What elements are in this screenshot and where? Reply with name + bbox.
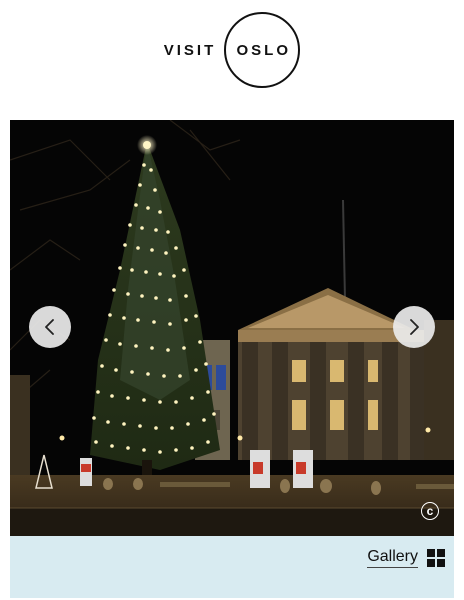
logo-city-text: OSLO xyxy=(236,41,291,59)
carousel-image xyxy=(10,120,454,536)
logo-circle: OSLO xyxy=(224,12,301,88)
chevron-right-icon xyxy=(410,319,419,335)
copyright-icon[interactable]: c xyxy=(421,502,439,520)
carousel-prev-button[interactable] xyxy=(29,306,71,348)
oslo-christmas-tree-photo xyxy=(10,120,454,536)
visit-oslo-logo[interactable]: VISIT OSLO xyxy=(164,12,301,88)
grid-icon xyxy=(427,549,445,567)
gallery-bar: Gallery xyxy=(10,536,454,598)
page: VISIT OSLO c Gallery xyxy=(0,0,464,600)
copyright-symbol: c xyxy=(426,504,434,518)
logo-visit-text: VISIT xyxy=(163,41,217,59)
gallery-label: Gallery xyxy=(367,548,418,568)
gallery-link[interactable]: Gallery xyxy=(367,548,445,568)
carousel-next-button[interactable] xyxy=(393,306,435,348)
chevron-left-icon xyxy=(45,319,54,335)
header: VISIT OSLO xyxy=(0,0,464,100)
